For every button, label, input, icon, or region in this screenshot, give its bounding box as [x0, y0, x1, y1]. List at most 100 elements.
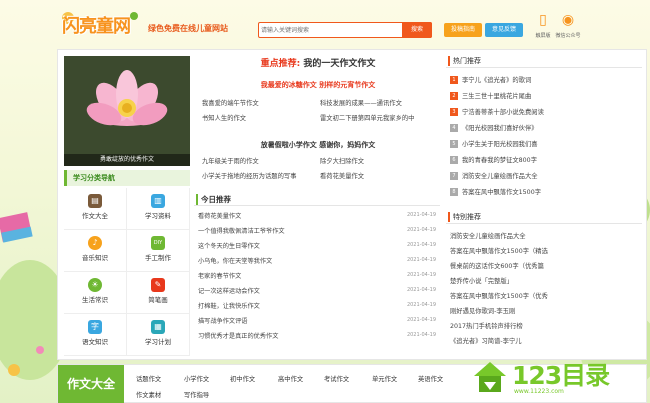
watermark-url: www.11223.com	[514, 388, 564, 395]
rank-badge: 3	[450, 108, 458, 116]
books-icon: ▥	[151, 194, 165, 208]
special-recommend-title: 特别推荐	[448, 212, 481, 222]
today-row-date: 2021-04-19	[406, 302, 436, 308]
recommend-link[interactable]: 我喜爱的端午节作文	[202, 98, 259, 107]
composition-nav-link[interactable]: 初中作文	[230, 374, 255, 383]
feature-image[interactable]: 勇敢绽放的优秀作文	[64, 56, 190, 166]
today-row-date: 2021-04-19	[406, 242, 436, 248]
recommend-subheadline-2[interactable]: 放暑假啦小学作文 感谢你，妈妈作文	[196, 140, 440, 150]
special-item-title: 2017热门手机铃声排行榜	[450, 323, 523, 330]
today-row[interactable]: 老家的春节作文 2021-04-19	[198, 271, 436, 281]
today-row[interactable]: 这个冬天的生日零作文 2021-04-19	[198, 241, 436, 251]
hot-item[interactable]: 7 消防安全儿童绘画作品大全	[450, 170, 640, 182]
today-row[interactable]: 打棉鞋，让我快乐作文 2021-04-19	[198, 301, 436, 311]
recommend-subheadline[interactable]: 我最爱的冰糖作文 别样的元宵节作文	[196, 80, 440, 90]
special-item[interactable]: 餐桌前的这话作文600字（优秀篇	[450, 260, 640, 272]
search-button[interactable]: 搜索	[402, 22, 432, 38]
composition-nav-title[interactable]: 作文大全	[58, 365, 124, 403]
special-item[interactable]: 消防安全儿童绘画作品大全	[450, 230, 640, 242]
rank-badge: 1	[450, 76, 458, 84]
today-row[interactable]: 习惯优秀才是真正的优秀作文 2021-04-19	[198, 331, 436, 341]
special-item[interactable]: 2017热门手机铃声排行榜	[450, 320, 640, 332]
today-row[interactable]: 小乌龟，你在天堂等我作文 2021-04-19	[198, 256, 436, 266]
recommend-link[interactable]: 九年级关于雨的作文	[202, 156, 259, 165]
category-item[interactable]: ▦ 学习计划	[127, 314, 190, 356]
special-item-title: 刚好遇见你歌词-李玉刚	[450, 308, 516, 315]
hot-item[interactable]: 8 答案在风中飘落作文1500字	[450, 186, 640, 198]
today-row-date: 2021-04-19	[406, 272, 436, 278]
recommend-link[interactable]: 书知人生的作文	[202, 113, 246, 122]
today-row[interactable]: 记一次这样运动会作文 2021-04-19	[198, 286, 436, 296]
music-icon: ♪	[88, 236, 102, 250]
category-item[interactable]: 字 语文知识	[64, 314, 127, 356]
search-input[interactable]	[261, 24, 401, 36]
today-row-date: 2021-04-19	[406, 287, 436, 293]
book-icon: ▤	[88, 194, 102, 208]
today-row-title: 一个值得我敬佩清洁工爷爷作文	[198, 228, 285, 235]
site-logo-text[interactable]: 闪亮童网	[62, 12, 131, 38]
hot-item-title: 我的青春我的梦征文800字	[462, 157, 537, 164]
composition-nav-link[interactable]: 英语作文	[418, 374, 443, 383]
category-item[interactable]: ✎ 简笔画	[127, 272, 190, 314]
hot-item[interactable]: 1 李宁儿《追光者》的歌词	[450, 74, 640, 86]
hot-item-title: 三生三世十里桃花片尾曲	[462, 93, 532, 100]
today-row-date: 2021-04-19	[406, 257, 436, 263]
category-item[interactable]: ☀ 生活常识	[64, 272, 127, 314]
category-item[interactable]: ♪ 音乐知识	[64, 230, 127, 272]
today-row-date: 2021-04-19	[406, 227, 436, 233]
special-item-title: 《追光者》习简谱-李宁儿	[450, 338, 522, 345]
category-label: 学习资料	[145, 212, 171, 220]
category-item[interactable]: ▥ 学习资料	[127, 188, 190, 230]
composition-nav-link[interactable]: 考试作文	[324, 374, 349, 383]
hot-item[interactable]: 3 宁浩善蒂茶十部小说免费阅读	[450, 106, 640, 118]
composition-nav-link[interactable]: 作文素材	[136, 390, 161, 399]
hot-recommend-header: 热门推荐	[446, 54, 642, 68]
recommend-link[interactable]: 小学关于拖地的经历为话题的写事	[202, 171, 296, 180]
recommend-link[interactable]: 看荷花美量作文	[320, 171, 364, 180]
special-item[interactable]: 《追光者》习简谱-李宁儿	[450, 335, 640, 347]
site-header: 闪亮童网 绿色免费在线儿童网站 搜索 投稿指南 意见反馈 ▯ 触屏版 ◉ 微信公…	[0, 0, 650, 48]
today-row-date: 2021-04-19	[406, 332, 436, 338]
category-label: 手工制作	[145, 254, 171, 262]
today-recommend-title: 今日推荐	[196, 194, 231, 205]
composition-nav-link[interactable]: 写作指导	[184, 390, 209, 399]
special-item[interactable]: 刚好遇见你歌词-李玉刚	[450, 305, 640, 317]
composition-nav-link[interactable]: 话题作文	[136, 374, 161, 383]
rank-badge: 5	[450, 140, 458, 148]
special-item[interactable]: 答案在风中飘落作文1500字（精选	[450, 245, 640, 257]
hot-item-title: 小学生关于阳光校园我们喜	[462, 141, 538, 148]
background-decoration-left	[0, 212, 60, 380]
composition-nav-link[interactable]: 小学作文	[184, 374, 209, 383]
today-row-title: 这个冬天的生日零作文	[198, 243, 260, 250]
category-nav-title: 学习分类导航	[64, 170, 190, 186]
wechat-link[interactable]: ◉ 微信公众号	[553, 12, 583, 39]
composition-nav-link[interactable]: 高中作文	[278, 374, 303, 383]
contribute-guide-button[interactable]: 投稿指南	[444, 23, 482, 37]
recommend-link[interactable]: 除夕大扫除作文	[320, 156, 364, 165]
special-item[interactable]: 答案在风中飘落作文1500字（优秀	[450, 290, 640, 302]
wechat-icon: ◉	[561, 12, 575, 28]
category-label: 简笔画	[148, 296, 168, 304]
recommend-headline[interactable]: 重点推荐: 我的一天作文作文	[196, 56, 440, 69]
hot-item[interactable]: 4 《阳光校园我们喜好伙伴》	[450, 122, 640, 134]
today-row[interactable]: 描写战争作文评语 2021-04-19	[198, 316, 436, 326]
today-row[interactable]: 看荷花美量作文 2021-04-19	[198, 211, 436, 221]
category-item[interactable]: ▤ 作文大全	[64, 188, 127, 230]
composition-nav-link[interactable]: 单元作文	[372, 374, 397, 383]
today-row-title: 描写战争作文评语	[198, 318, 248, 325]
rank-badge: 2	[450, 92, 458, 100]
category-label: 语文知识	[82, 338, 108, 346]
feedback-button[interactable]: 意见反馈	[485, 23, 523, 37]
rank-badge: 6	[450, 156, 458, 164]
special-item[interactable]: 楚乔传小说「完整版」	[450, 275, 640, 287]
sun-icon: ☀	[88, 278, 102, 292]
hot-item[interactable]: 2 三生三世十里桃花片尾曲	[450, 90, 640, 102]
hot-item[interactable]: 5 小学生关于阳光校园我们喜	[450, 138, 640, 150]
today-row[interactable]: 一个值得我敬佩清洁工爷爷作文 2021-04-19	[198, 226, 436, 236]
category-item[interactable]: DIY 手工制作	[127, 230, 190, 272]
hot-item-title: 答案在风中飘落作文1500字	[462, 189, 541, 196]
today-row-title: 习惯优秀才是真正的优秀作文	[198, 333, 279, 340]
recommend-link[interactable]: 科技发展的成果——通讯作文	[320, 98, 402, 107]
hot-item[interactable]: 6 我的青春我的梦征文800字	[450, 154, 640, 166]
recommend-link[interactable]: 雷文初二下册第四单元我家乡的中	[320, 113, 414, 122]
